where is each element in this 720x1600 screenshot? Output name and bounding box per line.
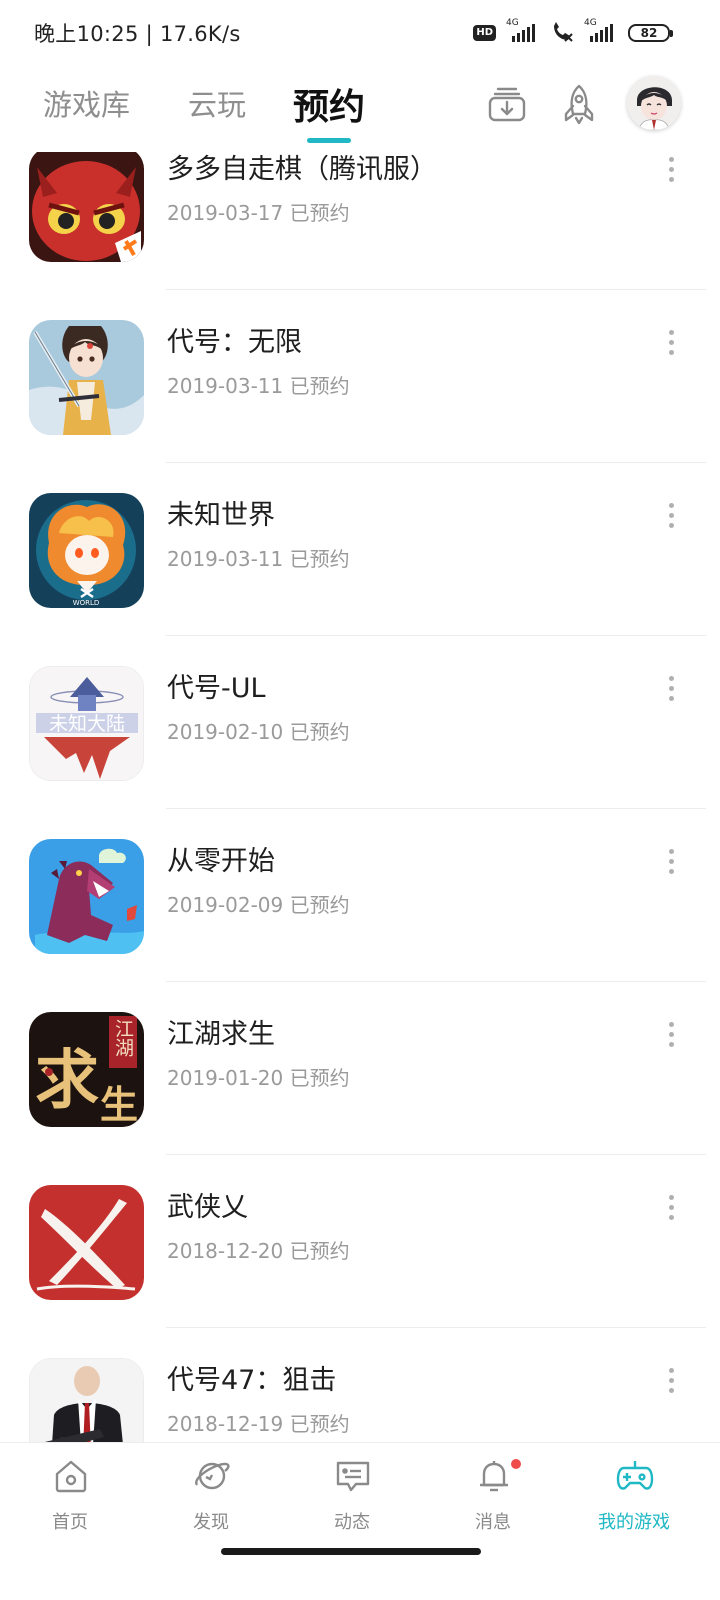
swordswoman-app-icon <box>29 320 144 435</box>
nav-item-my-games[interactable]: 我的游戏 <box>574 1443 694 1547</box>
game-title: 武侠乂 <box>167 1192 248 1223</box>
message-icon <box>336 1461 370 1492</box>
reservation-date: 2019-02-09 已预约 <box>167 893 350 917</box>
avatar[interactable] <box>627 76 681 130</box>
rocket-icon[interactable] <box>555 80 603 128</box>
list-item[interactable]: 从零开始 2019-02-09 已预约 <box>0 809 720 982</box>
more-options-icon[interactable] <box>656 666 686 710</box>
game-title: 从零开始 <box>167 846 275 877</box>
tab-reservations[interactable]: 预约 <box>293 78 365 130</box>
battery-level: 82 <box>640 26 658 40</box>
list-item[interactable]: 未知大陆 代号-UL 2019-02-10 已预约 <box>0 636 720 809</box>
reservation-date: 2019-01-20 已预约 <box>167 1066 350 1090</box>
nav-label: 我的游戏 <box>598 1512 670 1533</box>
red-creature-app-icon <box>29 152 144 262</box>
nav-label: 发现 <box>193 1512 229 1533</box>
more-options-icon[interactable] <box>656 1185 686 1229</box>
unread-badge <box>509 1457 523 1471</box>
more-options-icon[interactable] <box>656 320 686 364</box>
nav-item-home[interactable]: 首页 <box>10 1443 130 1547</box>
battery-icon: 82 <box>628 24 673 42</box>
game-title: 多多自走棋（腾讯服） <box>167 154 437 185</box>
world-label: WORLD <box>73 599 100 607</box>
nav-item-messages[interactable]: 消息 <box>433 1443 553 1547</box>
calligraphy-app-icon: 江湖 求 生 <box>29 1012 144 1127</box>
status-bar: 晚上10:25 | 17.6K/s HD 4G 4G 82 <box>0 0 720 64</box>
game-title: 代号-UL <box>167 673 266 704</box>
game-title: 代号：无限 <box>167 327 302 358</box>
icon-title-text: 未知大陆 <box>49 713 125 735</box>
download-icon[interactable] <box>483 80 531 128</box>
floating-castle-app-icon: 未知大陆 <box>29 666 144 781</box>
top-tab-bar: 游戏库 云玩 预约 <box>0 64 720 152</box>
red-slash-app-icon <box>29 1185 144 1300</box>
reservation-date: 2019-03-11 已预约 <box>167 547 350 571</box>
nav-item-discover[interactable]: 发现 <box>151 1443 271 1547</box>
fire-spirit-app-icon: WORLD <box>29 493 144 608</box>
icon-title-text: 求 <box>35 1043 99 1118</box>
reservation-date: 2018-12-20 已预约 <box>167 1239 350 1263</box>
icon-title-text: 生 <box>100 1082 138 1127</box>
list-item[interactable]: 江湖 求 生 江湖求生 2019-01-20 已预约 <box>0 982 720 1155</box>
more-options-icon[interactable] <box>656 1358 686 1402</box>
more-options-icon[interactable] <box>656 493 686 537</box>
list-item[interactable]: 武侠乂 2018-12-20 已预约 <box>0 1155 720 1328</box>
planet-icon <box>195 1462 230 1490</box>
more-options-icon[interactable] <box>656 1012 686 1056</box>
list-item[interactable]: 多多自走棋（腾讯服） 2019-03-17 已预约 <box>0 152 720 290</box>
more-options-icon[interactable] <box>656 152 686 191</box>
more-options-icon[interactable] <box>656 839 686 883</box>
reservation-date: 2018-12-19 已预约 <box>167 1412 350 1436</box>
icon-title-text: 江湖 <box>112 1019 134 1057</box>
bottom-nav: 首页 发现 动态 消息 我的游戏 <box>0 1442 720 1546</box>
reservation-list: 多多自走棋（腾讯服） 2019-03-17 已预约 代号：无限 2019-03-… <box>0 152 720 1442</box>
game-title: 代号47：狙击 <box>167 1365 337 1396</box>
list-item[interactable]: 代号47：狙击 2018-12-19 已预约 <box>0 1328 720 1442</box>
call-forward-icon <box>550 20 574 46</box>
nav-label: 消息 <box>475 1512 511 1533</box>
game-title: 未知世界 <box>167 500 275 531</box>
tab-cloud-play[interactable]: 云玩 <box>188 82 246 124</box>
reservation-date: 2019-03-17 已预约 <box>167 201 350 225</box>
active-tab-indicator <box>307 138 351 143</box>
nav-label: 动态 <box>334 1512 370 1533</box>
agent-47-app-icon <box>29 1358 144 1442</box>
dinosaur-app-icon <box>29 839 144 954</box>
tab-game-library[interactable]: 游戏库 <box>43 82 130 124</box>
game-title: 江湖求生 <box>167 1019 275 1050</box>
signal-icon-sim1: 4G <box>506 18 540 44</box>
home-icon <box>55 1460 87 1493</box>
status-time: 晚上10:25 | 17.6K/s <box>34 22 241 46</box>
status-icons: HD 4G 4G 82 <box>473 18 673 46</box>
gamepad-icon <box>616 1461 654 1490</box>
nav-item-feed[interactable]: 动态 <box>292 1443 412 1547</box>
list-item[interactable]: WORLD 未知世界 2019-03-11 已预约 <box>0 463 720 636</box>
signal-icon-sim2: 4G <box>584 18 618 44</box>
reservation-date: 2019-03-11 已预约 <box>167 374 350 398</box>
home-indicator[interactable] <box>221 1548 481 1555</box>
nav-label: 首页 <box>52 1512 88 1533</box>
bell-icon <box>480 1461 508 1492</box>
hd-icon: HD <box>473 25 496 41</box>
list-item[interactable]: 代号：无限 2019-03-11 已预约 <box>0 290 720 463</box>
reservation-date: 2019-02-10 已预约 <box>167 720 350 744</box>
